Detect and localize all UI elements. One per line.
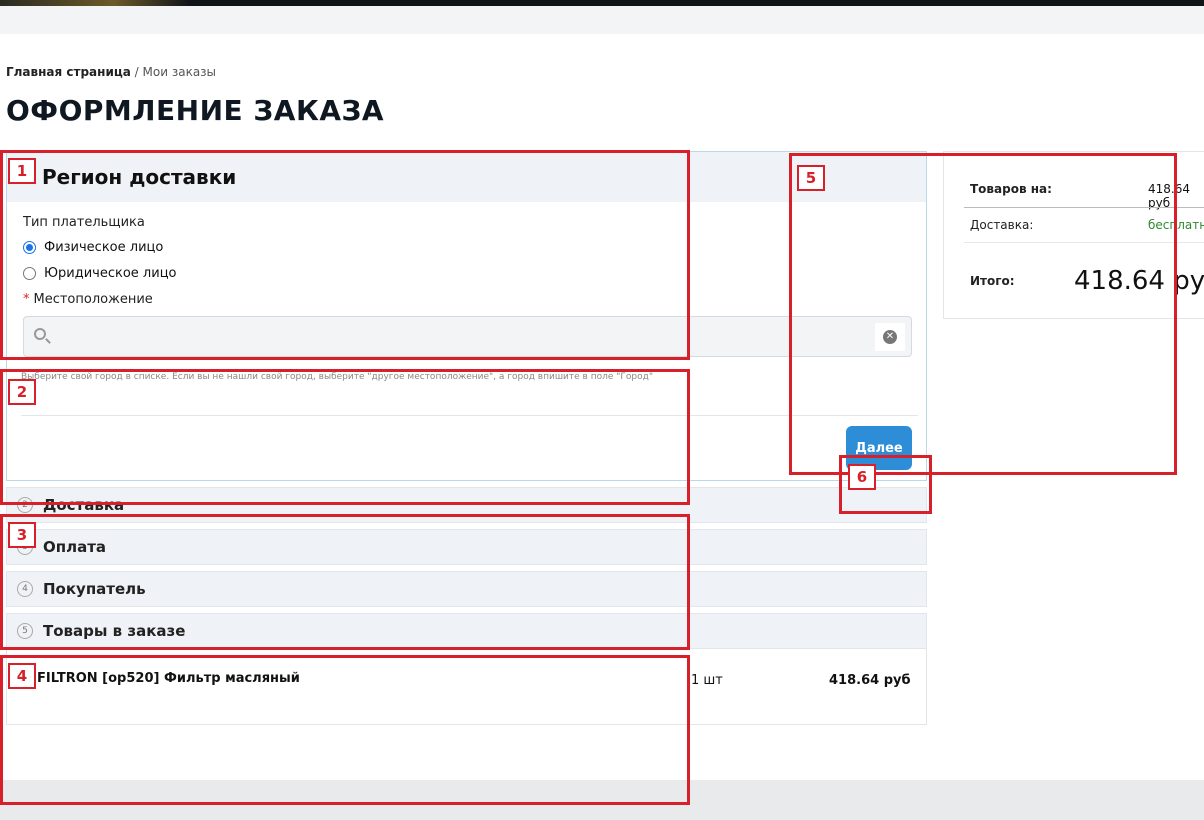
top-bar-accent bbox=[0, 0, 190, 6]
required-mark: * bbox=[23, 292, 30, 307]
clear-icon: ✕ bbox=[883, 330, 897, 344]
location-input[interactable] bbox=[54, 325, 874, 349]
step-order-items[interactable]: 5 Товары в заказе bbox=[6, 613, 927, 649]
order-item-price: 418.64 руб bbox=[829, 673, 911, 688]
summary-goods-value: 418.64 руб bbox=[1148, 182, 1190, 210]
payer-individual-radio[interactable]: Физическое лицо bbox=[23, 240, 163, 255]
annotation-tag-6: 6 bbox=[848, 464, 876, 490]
step-buyer-label: Покупатель bbox=[43, 580, 146, 598]
step-number-icon: 4 bbox=[17, 581, 33, 597]
annotation-tag-2: 2 bbox=[8, 379, 36, 405]
step-payment[interactable]: 3 Оплата bbox=[6, 529, 927, 565]
step-delivery-label: Доставка bbox=[43, 496, 125, 514]
step-number-icon: 2 bbox=[17, 497, 33, 513]
location-label: * Местоположение bbox=[23, 292, 153, 307]
location-hint: Выберите свой город в списке. Если вы не… bbox=[21, 372, 653, 382]
order-item-row: FILTRON [op520] Фильтр масляный 1 шт 418… bbox=[6, 649, 927, 725]
region-divider bbox=[21, 415, 918, 416]
region-header: Регион доставки bbox=[7, 152, 926, 202]
top-bar bbox=[0, 0, 1204, 6]
payer-type-label: Тип плательщика bbox=[23, 215, 145, 230]
summary-divider bbox=[964, 207, 1204, 208]
step-order-items-label: Товары в заказе bbox=[43, 622, 186, 640]
summary-divider bbox=[964, 242, 1204, 243]
footer bbox=[0, 780, 1204, 820]
breadcrumb-separator: / bbox=[130, 65, 143, 79]
radio-unchecked-icon bbox=[23, 267, 36, 280]
payer-legal-radio[interactable]: Юридическое лицо bbox=[23, 266, 177, 281]
payer-legal-label: Юридическое лицо bbox=[44, 266, 177, 281]
step-number-icon: 5 bbox=[17, 623, 33, 639]
search-icon bbox=[34, 328, 46, 340]
breadcrumb-home-link[interactable]: Главная страница bbox=[6, 65, 131, 79]
location-search-box: ✕ bbox=[23, 316, 912, 357]
summary-delivery-value: бесплатно bbox=[1148, 218, 1204, 232]
annotation-tag-3: 3 bbox=[8, 522, 36, 548]
breadcrumb-current: Мои заказы bbox=[142, 65, 217, 79]
location-label-text: Местоположение bbox=[33, 292, 153, 307]
step-payment-label: Оплата bbox=[43, 538, 107, 556]
summary-goods-label: Товаров на: bbox=[970, 182, 1052, 196]
region-section: Регион доставки Тип плательщика Физическ… bbox=[6, 151, 927, 481]
summary-total-label: Итого: bbox=[970, 274, 1015, 288]
summary-total-value: 418.64 руб bbox=[1074, 266, 1204, 296]
order-item-qty: 1 шт bbox=[691, 673, 723, 688]
annotation-tag-5: 5 bbox=[797, 165, 825, 191]
order-summary: Товаров на: 418.64 руб Доставка: бесплат… bbox=[943, 151, 1204, 319]
summary-delivery-label: Доставка: bbox=[970, 218, 1034, 232]
step-buyer[interactable]: 4 Покупатель bbox=[6, 571, 927, 607]
payer-individual-label: Физическое лицо bbox=[44, 240, 164, 255]
page-title: ОФОРМЛЕНИЕ ЗАКАЗА bbox=[6, 94, 385, 127]
annotation-tag-4: 4 bbox=[8, 663, 36, 689]
radio-checked-icon bbox=[23, 241, 36, 254]
annotation-tag-1: 1 bbox=[8, 158, 36, 184]
breadcrumb: Главная страница / Мои заказы bbox=[6, 65, 216, 79]
clear-button[interactable]: ✕ bbox=[875, 323, 905, 351]
order-item-name: FILTRON [op520] Фильтр масляный bbox=[37, 671, 300, 686]
step-delivery[interactable]: 2 Доставка bbox=[6, 487, 927, 523]
